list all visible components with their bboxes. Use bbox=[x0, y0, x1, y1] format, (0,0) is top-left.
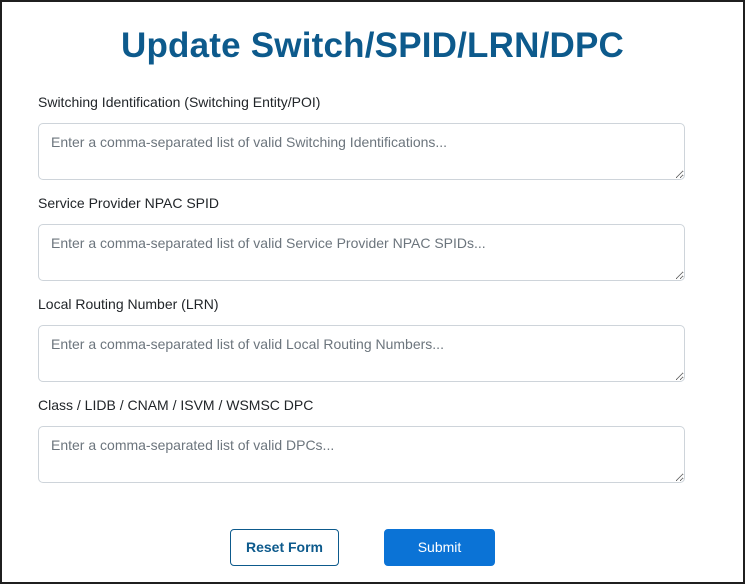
page-title: Update Switch/SPID/LRN/DPC bbox=[120, 26, 625, 65]
dpc-label: Class / LIDB / CNAM / ISVM / WSMSC DPC bbox=[38, 397, 314, 413]
lrn-group: Local Routing Number (LRN) bbox=[38, 295, 685, 382]
npac-spid-group: Service Provider NPAC SPID bbox=[38, 194, 685, 281]
npac-spid-label: Service Provider NPAC SPID bbox=[38, 195, 220, 211]
submit-button[interactable]: Submit bbox=[384, 529, 495, 566]
switching-identification-label: Switching Identification (Switching Enti… bbox=[38, 94, 321, 110]
npac-spid-input[interactable] bbox=[38, 224, 685, 281]
dpc-input[interactable] bbox=[38, 426, 685, 483]
lrn-label: Local Routing Number (LRN) bbox=[38, 296, 219, 312]
switching-identification-group: Switching Identification (Switching Enti… bbox=[38, 93, 685, 180]
lrn-input[interactable] bbox=[38, 325, 685, 382]
switching-identification-input[interactable] bbox=[38, 123, 685, 180]
dpc-group: Class / LIDB / CNAM / ISVM / WSMSC DPC bbox=[38, 396, 685, 483]
reset-form-button[interactable]: Reset Form bbox=[230, 529, 339, 566]
form-panel: Update Switch/SPID/LRN/DPC Switching Ide… bbox=[0, 0, 745, 584]
